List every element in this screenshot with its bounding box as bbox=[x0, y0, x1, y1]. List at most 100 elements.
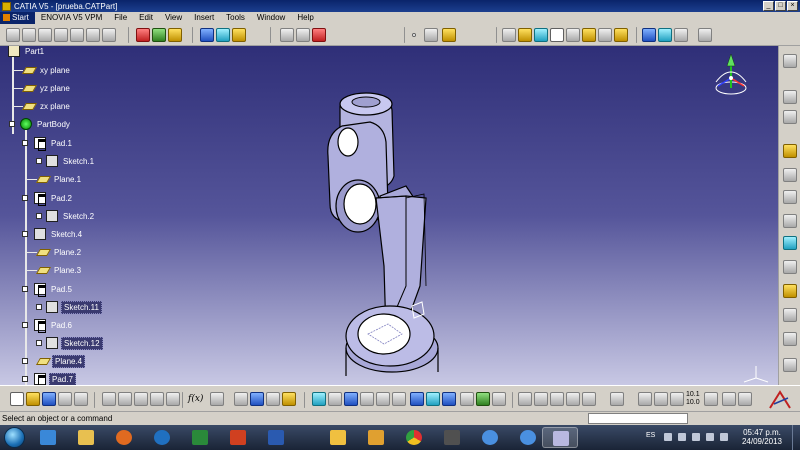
expander-sketch1[interactable] bbox=[36, 158, 42, 164]
view-mode-icon[interactable] bbox=[566, 28, 580, 42]
view-mode-icon[interactable] bbox=[550, 28, 564, 42]
rotate-icon[interactable] bbox=[344, 392, 358, 406]
taskbar-excel[interactable] bbox=[182, 427, 218, 448]
expander-sketch4[interactable] bbox=[22, 231, 28, 237]
tree-node-sketch1[interactable]: Sketch.1 bbox=[46, 154, 96, 168]
normal-view-icon[interactable] bbox=[392, 392, 406, 406]
tree-node-partbody[interactable]: PartBody bbox=[20, 117, 72, 131]
clock[interactable]: 05:47 p.m. 24/09/2013 bbox=[737, 428, 787, 446]
menu-start[interactable]: Start bbox=[0, 12, 35, 24]
expander-pad2[interactable] bbox=[22, 195, 28, 201]
render-tool-icon[interactable] bbox=[698, 28, 712, 42]
tree-tool-icon[interactable] bbox=[250, 392, 264, 406]
tree-node-yz-plane[interactable]: yz plane bbox=[21, 81, 72, 95]
tree-node-sketch4[interactable]: Sketch.4 bbox=[34, 227, 84, 241]
knowledge-tool-icon[interactable] bbox=[136, 28, 150, 42]
part-design-tool-icon[interactable] bbox=[783, 54, 797, 68]
formula-button[interactable]: f(x) bbox=[188, 394, 203, 404]
tree-node-pad6[interactable]: Pad.6 bbox=[34, 318, 74, 332]
tree-node-plane1[interactable]: Plane.1 bbox=[35, 172, 83, 186]
tree-node-plane4[interactable]: Plane.4 bbox=[35, 354, 86, 368]
tree-node-plane3[interactable]: Plane.3 bbox=[35, 263, 83, 277]
measure-tool-icon[interactable] bbox=[738, 392, 752, 406]
formula-tool-icon[interactable] bbox=[210, 392, 224, 406]
taskbar-app[interactable] bbox=[434, 427, 470, 448]
taskbar-ie[interactable] bbox=[30, 427, 66, 448]
part-design-tool-icon[interactable] bbox=[783, 284, 797, 298]
view-mode-icon[interactable] bbox=[534, 28, 548, 42]
sketch-tool-icon[interactable] bbox=[54, 28, 68, 42]
line-icon[interactable] bbox=[424, 28, 438, 42]
part-design-tool-icon[interactable] bbox=[783, 214, 797, 228]
tray-icon[interactable] bbox=[692, 433, 700, 441]
sketch-tool-icon[interactable] bbox=[38, 28, 52, 42]
part-design-tool-icon[interactable] bbox=[783, 308, 797, 322]
view-mode-icon[interactable] bbox=[502, 28, 516, 42]
plane-icon[interactable] bbox=[442, 28, 456, 42]
zoom-out-icon[interactable] bbox=[376, 392, 390, 406]
part-design-tool-icon[interactable] bbox=[783, 260, 797, 274]
expander-plane4[interactable] bbox=[22, 358, 28, 364]
taskbar-powerpoint[interactable] bbox=[220, 427, 256, 448]
taskbar-explorer[interactable] bbox=[68, 427, 104, 448]
show-desktop-button[interactable] bbox=[792, 425, 800, 450]
tree-node-pad2[interactable]: Pad.2 bbox=[34, 191, 74, 205]
compass-icon[interactable] bbox=[708, 52, 754, 100]
sketch-tool-icon[interactable] bbox=[70, 28, 84, 42]
taskbar-app[interactable] bbox=[510, 427, 546, 448]
tray-icon[interactable] bbox=[706, 433, 714, 441]
cut-icon[interactable] bbox=[102, 392, 116, 406]
paste-icon[interactable] bbox=[134, 392, 148, 406]
sketch-tool-icon[interactable] bbox=[102, 28, 116, 42]
analysis-tool-icon[interactable] bbox=[232, 28, 246, 42]
expander-sketch12[interactable] bbox=[36, 340, 42, 346]
measure-tool-icon[interactable] bbox=[704, 392, 718, 406]
render-style-icon[interactable] bbox=[426, 392, 440, 406]
analysis-icon[interactable] bbox=[582, 392, 596, 406]
swap-visible-icon[interactable] bbox=[460, 392, 474, 406]
analysis-icon[interactable] bbox=[518, 392, 532, 406]
tray-icon[interactable] bbox=[664, 433, 672, 441]
part-design-tool-icon[interactable] bbox=[783, 90, 797, 104]
render-tool-icon[interactable] bbox=[642, 28, 656, 42]
tree-node-part1[interactable]: Part1 bbox=[8, 46, 46, 58]
taskbar-dell[interactable] bbox=[144, 427, 180, 448]
undo-icon[interactable] bbox=[150, 392, 164, 406]
render-tool-icon[interactable] bbox=[658, 28, 672, 42]
sketch-tool-icon[interactable] bbox=[22, 28, 36, 42]
tree-node-sketch12[interactable]: Sketch.12 bbox=[46, 336, 103, 350]
constraint-tool-icon[interactable] bbox=[312, 28, 326, 42]
constraint-tool-icon[interactable] bbox=[296, 28, 310, 42]
menu-tools[interactable]: Tools bbox=[220, 12, 251, 24]
taskbar-app[interactable] bbox=[320, 427, 356, 448]
part-design-tool-icon[interactable] bbox=[783, 190, 797, 204]
menu-help[interactable]: Help bbox=[291, 12, 319, 24]
zoom-in-icon[interactable] bbox=[360, 392, 374, 406]
taskbar-app[interactable] bbox=[358, 427, 394, 448]
analysis-tool-icon[interactable] bbox=[216, 28, 230, 42]
taskbar-chrome[interactable] bbox=[396, 427, 432, 448]
menu-insert[interactable]: Insert bbox=[188, 12, 220, 24]
taskbar-media[interactable] bbox=[106, 427, 142, 448]
view-tool-icon[interactable] bbox=[312, 392, 326, 406]
part-design-tool-icon[interactable] bbox=[783, 236, 797, 250]
maximize-button[interactable]: □ bbox=[775, 1, 786, 11]
knowledge-tool-icon[interactable] bbox=[152, 28, 166, 42]
connecting-rod-model[interactable] bbox=[310, 86, 470, 376]
language-indicator[interactable]: ES bbox=[646, 432, 655, 439]
expander-pad1[interactable] bbox=[22, 140, 28, 146]
table-icon[interactable] bbox=[234, 392, 248, 406]
taskbar-itunes[interactable] bbox=[472, 427, 508, 448]
tree-node-sketch2[interactable]: Sketch.2 bbox=[46, 209, 96, 223]
point-icon[interactable] bbox=[412, 33, 416, 37]
analysis-icon[interactable] bbox=[566, 392, 580, 406]
expander-sketch2[interactable] bbox=[36, 213, 42, 219]
taskbar-catia[interactable] bbox=[542, 427, 578, 448]
expander-partbody[interactable] bbox=[9, 121, 15, 127]
analysis-icon[interactable] bbox=[534, 392, 548, 406]
tree-node-zx-plane[interactable]: zx plane bbox=[21, 99, 72, 113]
menu-enovia[interactable]: ENOVIA V5 VPM bbox=[35, 12, 108, 24]
material-icon[interactable] bbox=[476, 392, 490, 406]
menu-edit[interactable]: Edit bbox=[133, 12, 159, 24]
sketch-analysis-icon[interactable] bbox=[654, 392, 668, 406]
